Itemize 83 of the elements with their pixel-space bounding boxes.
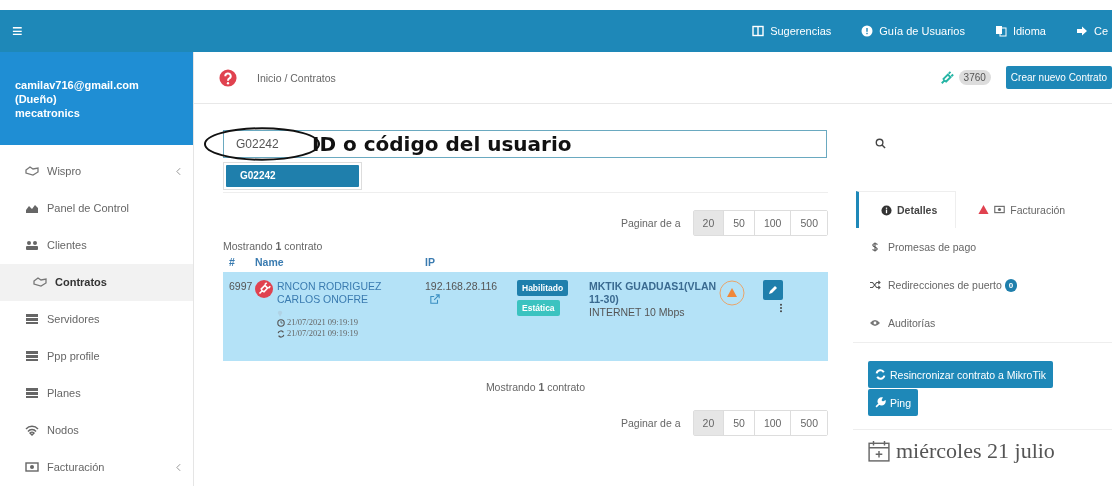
page-size-button[interactable]: 500	[790, 211, 827, 235]
language-icon	[994, 25, 1007, 37]
sidebar-item[interactable]: Facturación	[0, 448, 193, 486]
count-badge: 3760	[958, 70, 991, 85]
help-icon[interactable]	[219, 68, 237, 87]
menu-item-icon	[25, 424, 39, 437]
sidebar-item[interactable]: Clientes	[0, 226, 193, 264]
tab[interactable]: Detalles	[856, 191, 957, 228]
create-contract-button[interactable]: Crear nuevo Contrato	[1005, 66, 1112, 89]
sidebar-item[interactable]: Ppp profile	[0, 337, 193, 375]
user-role: (Dueño)	[15, 92, 58, 106]
sync-icon	[875, 369, 886, 380]
detail-link[interactable]: Auditorías	[853, 304, 1112, 342]
edit-button[interactable]	[763, 280, 783, 300]
pencil-icon	[768, 285, 778, 295]
dollar-icon	[869, 242, 881, 252]
server-name: MKTIK GUADUAS1(VLAN 11-30)	[589, 280, 717, 306]
page-size-button[interactable]: 500	[790, 411, 827, 435]
column-header: IP	[425, 256, 436, 268]
detail-link[interactable]: Redirecciones de puerto 0	[853, 266, 1112, 304]
clock-icon	[277, 318, 285, 327]
shuffle-icon	[869, 280, 881, 290]
plug-icon	[939, 70, 954, 85]
tab[interactable]: Facturación	[956, 191, 1084, 228]
nav-link[interactable]: Sugerencias	[752, 25, 832, 37]
sidebar-item[interactable]: Panel de Control	[0, 189, 193, 227]
pagination-label: Paginar de a	[621, 217, 681, 229]
search-icon[interactable]	[875, 138, 886, 149]
sidebar-item[interactable]: Wispro	[0, 152, 193, 190]
suggestion-item[interactable]: G02242	[226, 165, 359, 187]
exit-icon	[1075, 25, 1088, 37]
action-button[interactable]: Ping	[868, 389, 918, 416]
calendar-icon	[868, 440, 890, 462]
nav-link[interactable]: Ce	[1075, 25, 1108, 37]
eye-icon	[869, 318, 881, 328]
table-row[interactable]: 6997 RNCON RODRIGUEZ CARLOS ONOFRE 21/07/2021 09:19:19 21/07/2021 09:19:19 192.168.28.116 Habilitado Estática MKTIK GUADUAS1(VLAN 11-30) INTERNET 10 Mbps	[223, 272, 828, 361]
help-icon	[861, 25, 874, 37]
menu-button[interactable]: ≡	[0, 20, 23, 42]
menu-item-icon	[33, 276, 47, 289]
results-count: Mostrando 1 contrato	[484, 381, 586, 393]
plan-name: INTERNET 10 Mbps	[589, 306, 686, 318]
menu-item-icon	[25, 350, 39, 363]
table-cell-text: 6997	[228, 280, 254, 294]
created-date: 21/07/2021 09:19:19	[277, 317, 425, 328]
count-badge: 0	[1004, 278, 1018, 292]
column-header: #	[228, 256, 236, 268]
breadcrumb: Inicio / Contratos	[257, 71, 337, 84]
page-size-button[interactable]: 20	[693, 211, 724, 235]
page-size-button[interactable]: 20	[693, 411, 724, 435]
date-heading: miércoles 21 julio	[896, 438, 1055, 464]
wrench-icon	[875, 397, 886, 408]
nav-link[interactable]: Guía de Usuarios	[861, 25, 965, 37]
menu-item-icon	[25, 387, 39, 400]
company-name: mecatronics	[15, 106, 81, 120]
nav-link[interactable]: Idioma	[994, 25, 1046, 37]
ip-address: 192.168.28.116	[425, 280, 498, 292]
warning-icon	[978, 204, 990, 215]
ip-type-badge: Estática	[517, 300, 560, 316]
menu-item-icon	[25, 313, 39, 326]
external-link-icon[interactable]	[430, 294, 440, 304]
pagination-label: Paginar de a	[621, 417, 681, 429]
more-options-icon[interactable]	[779, 303, 783, 313]
money-icon	[994, 204, 1006, 215]
menu-item-icon	[25, 165, 39, 178]
status-badge: Habilitado	[517, 280, 569, 296]
menu-item-icon	[25, 461, 39, 474]
results-count: Mostrando 1 contrato	[223, 240, 324, 252]
sidebar-item[interactable]: Planes	[0, 374, 193, 412]
sync-date: 21/07/2021 09:19:19	[277, 328, 425, 339]
menu-item-icon	[25, 239, 39, 252]
column-header: Name	[255, 256, 285, 268]
detail-link[interactable]: Promesas de pago	[853, 228, 1112, 266]
columns-icon	[752, 25, 765, 37]
sidebar-item[interactable]: Nodos	[0, 411, 193, 449]
menu-item-icon	[25, 202, 39, 215]
sidebar-item[interactable]: Contratos	[0, 263, 193, 301]
info-icon	[881, 204, 892, 216]
client-name-link[interactable]: RNCON RODRIGUEZ CARLOS ONOFRE	[277, 280, 425, 306]
sync-icon	[277, 329, 285, 338]
action-button[interactable]: Resincronizar contrato a MikroTik	[868, 361, 1053, 388]
sidebar-item[interactable]: Servidores	[0, 300, 193, 338]
plug-icon	[255, 280, 273, 298]
user-email: camilav716@gmail.com	[15, 78, 140, 92]
